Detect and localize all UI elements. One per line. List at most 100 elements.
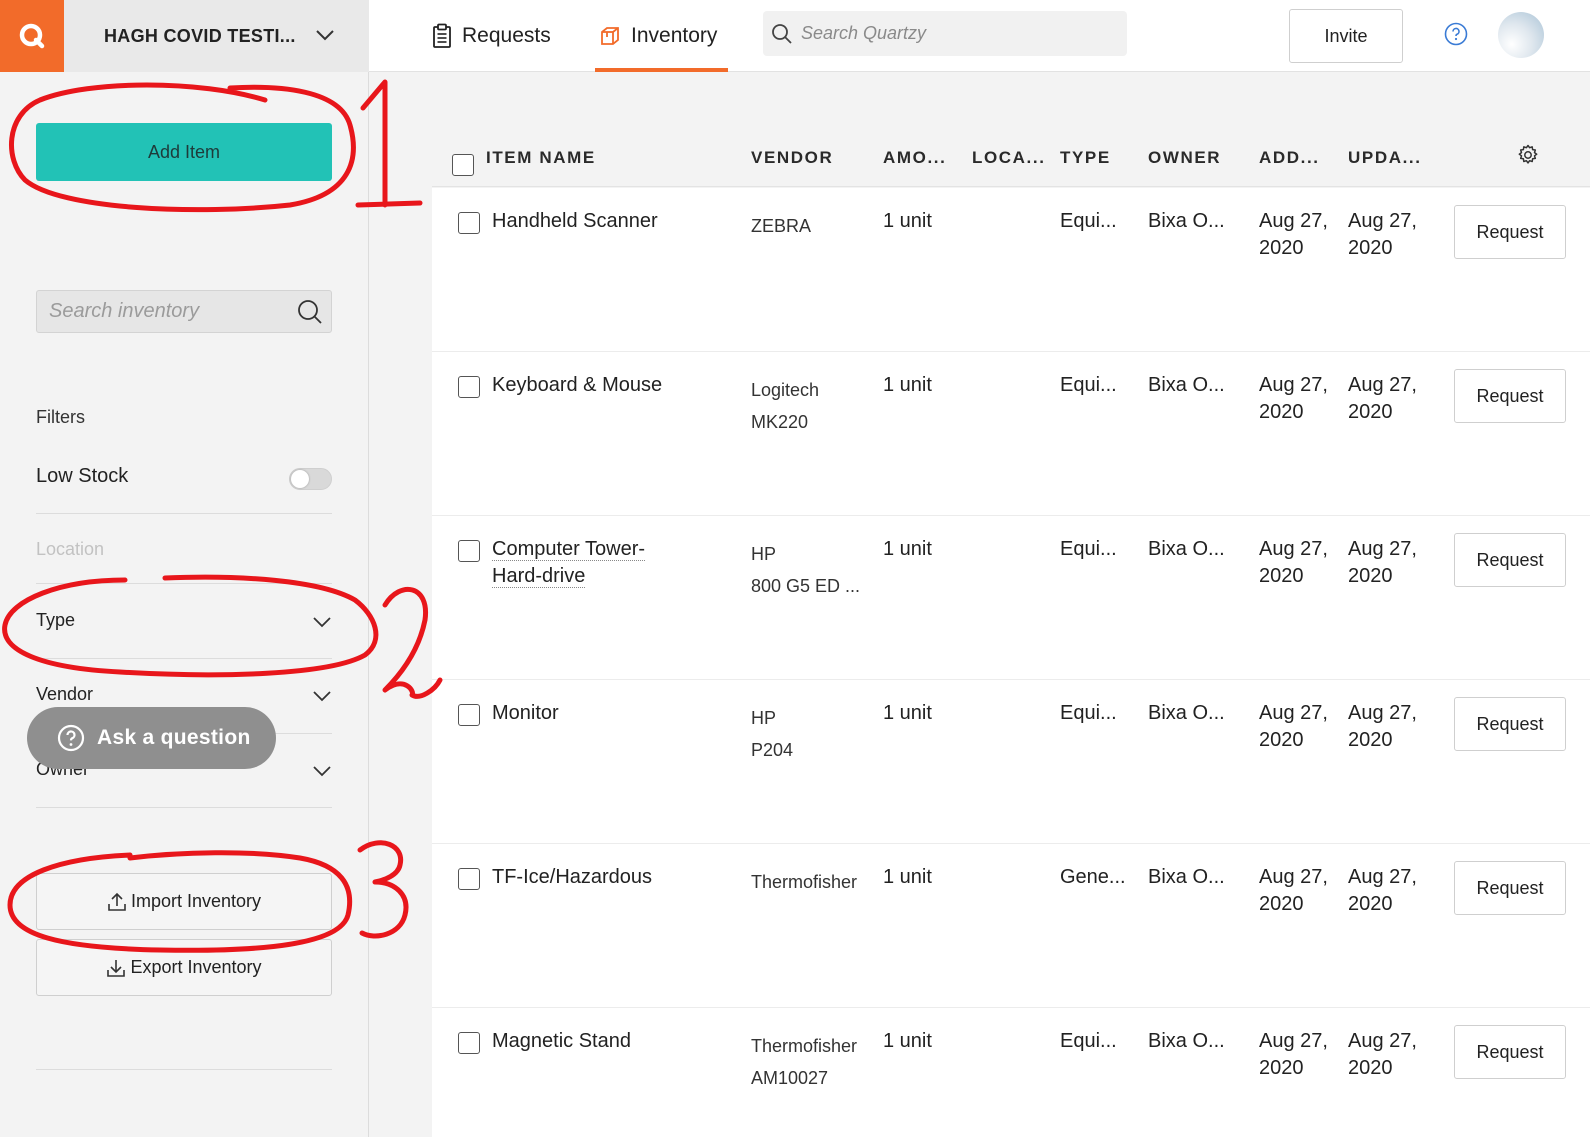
- vendor-filter-label: Vendor: [36, 684, 94, 704]
- item-name[interactable]: Monitor: [492, 700, 742, 727]
- vendor-name: HP: [751, 708, 777, 728]
- vendor-name: Thermofisher: [751, 872, 858, 892]
- vendor-cell: Logitech MK220: [751, 374, 819, 438]
- row-checkbox[interactable]: [458, 376, 480, 398]
- item-name[interactable]: Computer Tower- Hard-drive: [492, 536, 742, 590]
- invite-button[interactable]: Invite: [1289, 9, 1403, 63]
- search-icon[interactable]: [297, 299, 323, 325]
- type-cell: Equi...: [1060, 702, 1117, 724]
- updated-date: Aug 27,: [1348, 538, 1417, 560]
- tab-requests[interactable]: Requests: [432, 0, 551, 72]
- amount-cell: 1 unit: [883, 538, 932, 560]
- row-checkbox[interactable]: [458, 1032, 480, 1054]
- tab-inventory-label: Inventory: [631, 24, 718, 47]
- vendor-catalog: P204: [751, 740, 794, 760]
- row-checkbox[interactable]: [458, 868, 480, 890]
- logo-icon: [19, 23, 45, 49]
- avatar[interactable]: [1498, 12, 1544, 58]
- import-inventory-button[interactable]: Import Inventory: [36, 873, 332, 930]
- vendor-name: HP: [751, 544, 777, 564]
- tab-requests-label: Requests: [462, 24, 551, 47]
- request-button[interactable]: Request: [1454, 861, 1566, 915]
- item-name[interactable]: Magnetic Stand: [492, 1028, 742, 1055]
- column-updated[interactable]: UPDA...: [1348, 148, 1422, 168]
- type-cell: Gene...: [1060, 866, 1126, 888]
- item-name-line: Hard-drive: [492, 565, 586, 588]
- global-search-input[interactable]: [801, 23, 1101, 44]
- updated-date: Aug 27,: [1348, 1030, 1417, 1052]
- type-cell: Equi...: [1060, 1030, 1117, 1052]
- added-year: 2020: [1259, 565, 1304, 587]
- vendor-catalog: 800 G5 ED ...: [751, 576, 861, 596]
- ask-question-label: Ask a question: [97, 726, 251, 749]
- request-button[interactable]: Request: [1454, 533, 1566, 587]
- added-date: Aug 27,: [1259, 702, 1328, 724]
- type-filter-label: Type: [36, 610, 76, 630]
- select-all-checkbox[interactable]: [452, 154, 474, 176]
- tab-inventory[interactable]: Inventory: [599, 0, 717, 72]
- top-bar: HAGH COVID TESTI... Requests Inventory S…: [0, 0, 1590, 72]
- updated-cell: Aug 27, 2020: [1348, 536, 1417, 590]
- column-owner[interactable]: OWNER: [1148, 148, 1221, 168]
- type-filter[interactable]: Type: [36, 610, 332, 631]
- updated-date: Aug 27,: [1348, 210, 1417, 232]
- inventory-search[interactable]: [36, 290, 332, 333]
- item-name[interactable]: Handheld Scanner: [492, 208, 742, 235]
- vendor-cell: HP 800 G5 ED ...: [751, 538, 860, 602]
- updated-year: 2020: [1348, 401, 1393, 423]
- item-name[interactable]: TF-Ice/Hazardous: [492, 864, 742, 891]
- updated-year: 2020: [1348, 893, 1393, 915]
- type-cell: Equi...: [1060, 374, 1117, 396]
- row-checkbox[interactable]: [458, 704, 480, 726]
- vendor-filter[interactable]: Vendor: [36, 684, 332, 705]
- added-year: 2020: [1259, 401, 1304, 423]
- updated-year: 2020: [1348, 565, 1393, 587]
- table-row: Magnetic Stand Thermofisher AM10027 1 un…: [432, 1008, 1590, 1137]
- clipboard-icon: [433, 23, 451, 48]
- added-year: 2020: [1259, 729, 1304, 751]
- request-button[interactable]: Request: [1454, 1025, 1566, 1079]
- gear-icon[interactable]: [1516, 143, 1540, 167]
- column-type[interactable]: TYPE: [1060, 148, 1111, 168]
- updated-cell: Aug 27, 2020: [1348, 372, 1417, 426]
- updated-date: Aug 27,: [1348, 866, 1417, 888]
- request-button[interactable]: Request: [1454, 205, 1566, 259]
- row-checkbox[interactable]: [458, 540, 480, 562]
- updated-cell: Aug 27, 2020: [1348, 1028, 1417, 1082]
- added-date: Aug 27,: [1259, 1030, 1328, 1052]
- updated-cell: Aug 27, 2020: [1348, 864, 1417, 918]
- row-checkbox[interactable]: [458, 212, 480, 234]
- add-item-button[interactable]: Add Item: [36, 123, 332, 181]
- column-amount[interactable]: AMO...: [883, 148, 946, 168]
- organization-selector[interactable]: HAGH COVID TESTI...: [64, 0, 369, 72]
- request-button[interactable]: Request: [1454, 369, 1566, 423]
- chevron-down-icon: [316, 30, 334, 41]
- export-inventory-button[interactable]: Export Inventory: [36, 939, 332, 996]
- type-cell: Equi...: [1060, 538, 1117, 560]
- chevron-down-icon: [313, 766, 331, 777]
- toggle-knob: [291, 470, 309, 488]
- request-button[interactable]: Request: [1454, 697, 1566, 751]
- quartzy-logo[interactable]: [0, 0, 64, 72]
- vendor-name: ZEBRA: [751, 216, 812, 236]
- table-row: Monitor HP P204 1 unit Equi... Bixa O...…: [432, 680, 1590, 844]
- column-vendor[interactable]: VENDOR: [751, 148, 833, 168]
- global-search[interactable]: [763, 11, 1127, 56]
- table-row: Computer Tower- Hard-drive HP 800 G5 ED …: [432, 516, 1590, 680]
- added-date: Aug 27,: [1259, 374, 1328, 396]
- chevron-down-icon: [313, 617, 331, 628]
- added-year: 2020: [1259, 237, 1304, 259]
- low-stock-toggle[interactable]: [289, 468, 332, 490]
- item-name[interactable]: Keyboard & Mouse: [492, 372, 742, 399]
- organization-name: HAGH COVID TESTI...: [104, 25, 296, 46]
- column-added[interactable]: ADD...: [1259, 148, 1320, 168]
- owner-cell: Bixa O...: [1148, 538, 1225, 560]
- column-location[interactable]: LOCA...: [972, 148, 1046, 168]
- updated-date: Aug 27,: [1348, 374, 1417, 396]
- ask-question-button[interactable]: Ask a question: [27, 707, 276, 769]
- inventory-search-input[interactable]: [49, 300, 284, 323]
- table-row: Handheld Scanner ZEBRA 1 unit Equi... Bi…: [432, 188, 1590, 352]
- inventory-table: ITEM NAME VENDOR AMO... LOCA... TYPE OWN…: [432, 72, 1590, 1137]
- column-item-name[interactable]: ITEM NAME: [486, 148, 596, 168]
- help-icon[interactable]: [1444, 22, 1468, 46]
